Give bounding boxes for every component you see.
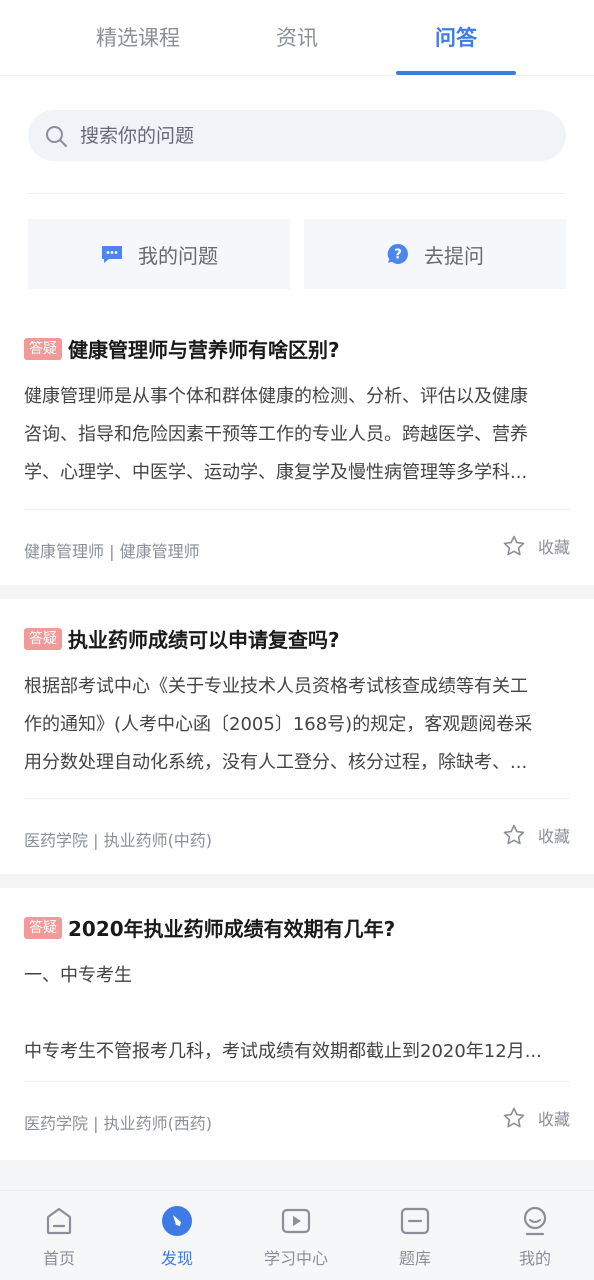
nav-profile[interactable]: 我的 (476, 1191, 594, 1280)
excerpt-line: 学、心理学、中医学、运动学、康复学及慢性病管理等多学科... (24, 462, 528, 483)
divider (24, 798, 570, 799)
question-title-text: 2020年执业药师成绩有效期有几年? (68, 917, 396, 941)
excerpt-line: 咨询、指导和危险因素干预等工作的专业人员。跨越医学、营养 (24, 424, 528, 445)
top-tab-bar: 精选课程 资讯 问答 (0, 0, 594, 76)
nav-study-center-label: 学习中心 (263, 1249, 328, 1268)
question-category: 医药学院 | 执业药师(中药) (24, 831, 213, 850)
svg-text:?: ? (394, 248, 402, 263)
ask-question-label: 去提问 (424, 243, 484, 268)
home-icon (46, 1207, 72, 1235)
question-title-text: 健康管理师与营养师有啥区别? (68, 338, 340, 362)
my-questions-label: 我的问题 (138, 243, 218, 268)
divider (28, 193, 566, 194)
favorite-button[interactable]: 收藏 (502, 534, 570, 558)
card-separator (0, 1160, 594, 1190)
nav-question-bank[interactable]: 题库 (356, 1191, 474, 1280)
question-category: 健康管理师 | 健康管理师 (24, 542, 200, 561)
favorite-button[interactable]: 收藏 (502, 1106, 570, 1130)
chat-bubble-icon (102, 246, 122, 263)
favorite-label: 收藏 (537, 1110, 570, 1129)
excerpt-line: 作的通知》(人考中心函〔2005〕168号)的规定，客观题阅卷采 (24, 714, 533, 735)
answer-tag: 答疑 (24, 916, 62, 939)
star-icon (503, 824, 525, 845)
question-title-text: 执业药师成绩可以申请复查吗? (68, 628, 340, 652)
answer-tag: 答疑 (24, 627, 62, 650)
divider (24, 509, 570, 510)
star-icon (503, 535, 525, 556)
question-title[interactable]: 答疑 健康管理师与营养师有啥区别? (24, 334, 340, 363)
nav-discover-label: 发现 (160, 1249, 193, 1268)
card-separator (0, 585, 594, 599)
search-icon (46, 126, 67, 147)
nav-question-bank-label: 题库 (398, 1249, 431, 1268)
excerpt-line: 用分数处理自动化系统，没有人工登分、核分过程，除缺考、... (24, 752, 528, 773)
play-icon (281, 1208, 311, 1234)
question-excerpt: 根据部考试中心《关于专业技术人员资格考试核查成绩等有关工 作的通知》(人考中心函… (24, 668, 570, 782)
question-excerpt: 健康管理师是从事个体和群体健康的检测、分析、评估以及健康 咨询、指导和危险因素干… (24, 378, 570, 492)
question-bank-icon (400, 1207, 430, 1235)
nav-study-center[interactable]: 学习中心 (237, 1191, 355, 1280)
favorite-label: 收藏 (537, 827, 570, 846)
my-questions-button[interactable]: 我的问题 (28, 219, 290, 289)
tab-news[interactable]: 资讯 (237, 0, 357, 76)
question-category: 医药学院 | 执业药师(西药) (24, 1114, 213, 1133)
question-title[interactable]: 答疑 执业药师成绩可以申请复查吗? (24, 624, 340, 653)
profile-icon (523, 1206, 547, 1236)
ask-question-button[interactable]: ? 去提问 (304, 219, 566, 289)
excerpt-line: 根据部考试中心《关于专业技术人员资格考试核查成绩等有关工 (24, 676, 528, 697)
nav-discover[interactable]: 发现 (118, 1191, 236, 1280)
excerpt-line (24, 995, 570, 1033)
question-bubble-icon: ? (387, 243, 408, 264)
divider (24, 1081, 570, 1082)
star-icon (503, 1107, 525, 1128)
search-bar[interactable] (28, 110, 566, 161)
tab-qa[interactable]: 问答 (396, 0, 516, 76)
answer-tag: 答疑 (24, 337, 62, 360)
nav-home[interactable]: 首页 (0, 1191, 118, 1280)
excerpt-line: 健康管理师是从事个体和群体健康的检测、分析、评估以及健康 (24, 386, 528, 407)
search-input[interactable] (80, 110, 550, 161)
question-excerpt: 一、中专考生 中专考生不管报考几科，考试成绩有效期都截止到2020年12月... (24, 957, 570, 1071)
question-card[interactable]: 答疑 执业药师成绩可以申请复查吗? 根据部考试中心《关于专业技术人员资格考试核查… (0, 599, 594, 874)
favorite-button[interactable]: 收藏 (502, 823, 570, 847)
active-tab-indicator (396, 71, 516, 75)
tab-featured-courses[interactable]: 精选课程 (78, 0, 198, 76)
excerpt-line: 一、中专考生 (24, 965, 132, 986)
bottom-navigation: 首页 发现 学习中心 题库 我的 (0, 1190, 594, 1280)
nav-profile-label: 我的 (518, 1249, 551, 1268)
nav-home-label: 首页 (42, 1249, 75, 1268)
compass-icon (162, 1206, 192, 1236)
favorite-label: 收藏 (537, 538, 570, 557)
question-title[interactable]: 答疑 2020年执业药师成绩有效期有几年? (24, 913, 395, 942)
excerpt-line: 中专考生不管报考几科，考试成绩有效期都截止到2020年12月... (24, 1041, 542, 1062)
question-card[interactable]: 答疑 健康管理师与营养师有啥区别? 健康管理师是从事个体和群体健康的检测、分析、… (0, 310, 594, 585)
question-card[interactable]: 答疑 2020年执业药师成绩有效期有几年? 一、中专考生 中专考生不管报考几科，… (0, 888, 594, 1160)
card-separator (0, 874, 594, 888)
